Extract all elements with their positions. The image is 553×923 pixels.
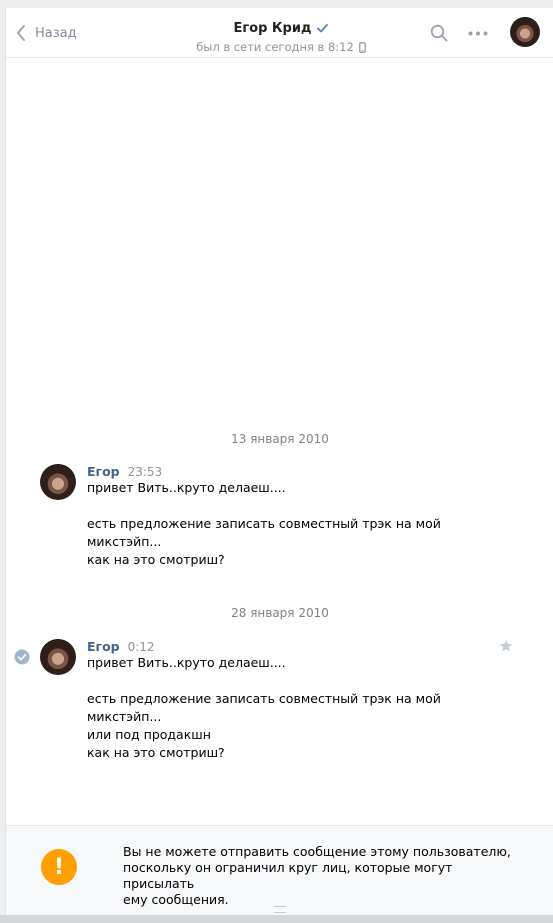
notice-line: Вы не можете отправить сообщение этому п… xyxy=(123,844,511,859)
chat-title: Егор Крид xyxy=(234,21,329,36)
avatar-image xyxy=(40,464,76,500)
message-text-line xyxy=(87,672,447,690)
message-text-line: привет Вить..круто делаеш.... xyxy=(87,480,286,495)
message-text-line: или под продакшн xyxy=(87,727,211,742)
date-separator: 28 января 2010 xyxy=(231,606,329,620)
search-icon xyxy=(430,24,448,42)
phone-icon xyxy=(358,41,366,53)
message-text-line: есть предложение записать совместный трэ… xyxy=(87,516,441,531)
message-avatar[interactable] xyxy=(40,639,76,675)
read-check-icon[interactable] xyxy=(14,649,30,665)
more-button[interactable] xyxy=(466,21,490,45)
warning-icon: ! xyxy=(41,849,77,885)
message-text-line: микстэйп... xyxy=(87,534,162,549)
message-time[interactable]: 23:53 xyxy=(128,465,163,479)
bottom-bar xyxy=(0,915,553,923)
message-header: Егор 0:12 xyxy=(87,639,447,654)
contact-name: Егор Крид xyxy=(233,21,312,36)
blocked-notice-text: Вы не можете отправить сообщение этому п… xyxy=(123,844,513,908)
online-status: был в сети сегодня в 8:12 xyxy=(196,40,366,54)
verified-icon xyxy=(317,24,329,33)
message-body: Егор 23:53 привет Вить..круто делаеш....… xyxy=(87,464,447,569)
message-body: Егор 0:12 привет Вить..круто делаеш.... … xyxy=(87,639,447,762)
search-button[interactable] xyxy=(427,21,451,45)
message-text-line: есть предложение записать совместный трэ… xyxy=(87,691,441,706)
avatar-image xyxy=(40,639,76,675)
date-separator: 13 января 2010 xyxy=(231,432,329,446)
message-text-line: микстэйп... xyxy=(87,709,162,724)
blocked-notice: ! Вы не можете отправить сообщение этому… xyxy=(6,825,553,916)
message-avatar[interactable] xyxy=(40,464,76,500)
header-avatar[interactable] xyxy=(510,17,540,47)
message-text-line: привет Вить..круто делаеш.... xyxy=(87,655,286,670)
message-header: Егор 23:53 xyxy=(87,464,447,479)
online-status-text: был в сети сегодня в 8:12 xyxy=(196,40,354,54)
message-text-line: как на это смотриш? xyxy=(87,745,225,760)
chat-window: Назад Егор Крид был в сети сегодня в 8:1… xyxy=(5,8,553,916)
avatar-image xyxy=(510,17,540,47)
message-text-line: как на это смотриш? xyxy=(87,552,225,567)
star-icon[interactable] xyxy=(499,639,513,653)
message-text-line xyxy=(87,497,447,515)
message-time[interactable]: 0:12 xyxy=(128,640,155,654)
chat-title-block[interactable]: Егор Крид был в сети сегодня в 8:12 xyxy=(156,17,406,55)
back-button[interactable]: Назад xyxy=(16,21,77,45)
back-chevron-icon xyxy=(16,25,25,41)
message-author[interactable]: Егор xyxy=(87,464,120,479)
more-icon xyxy=(468,31,488,35)
notice-line: ему сообщения. xyxy=(123,892,229,907)
notice-line: поскольку он ограничил круг лиц, которые… xyxy=(123,860,453,891)
chat-header: Назад Егор Крид был в сети сегодня в 8:1… xyxy=(6,8,553,58)
resize-handle[interactable] xyxy=(274,906,286,913)
back-label: Назад xyxy=(35,25,77,41)
message-author[interactable]: Егор xyxy=(87,639,120,654)
